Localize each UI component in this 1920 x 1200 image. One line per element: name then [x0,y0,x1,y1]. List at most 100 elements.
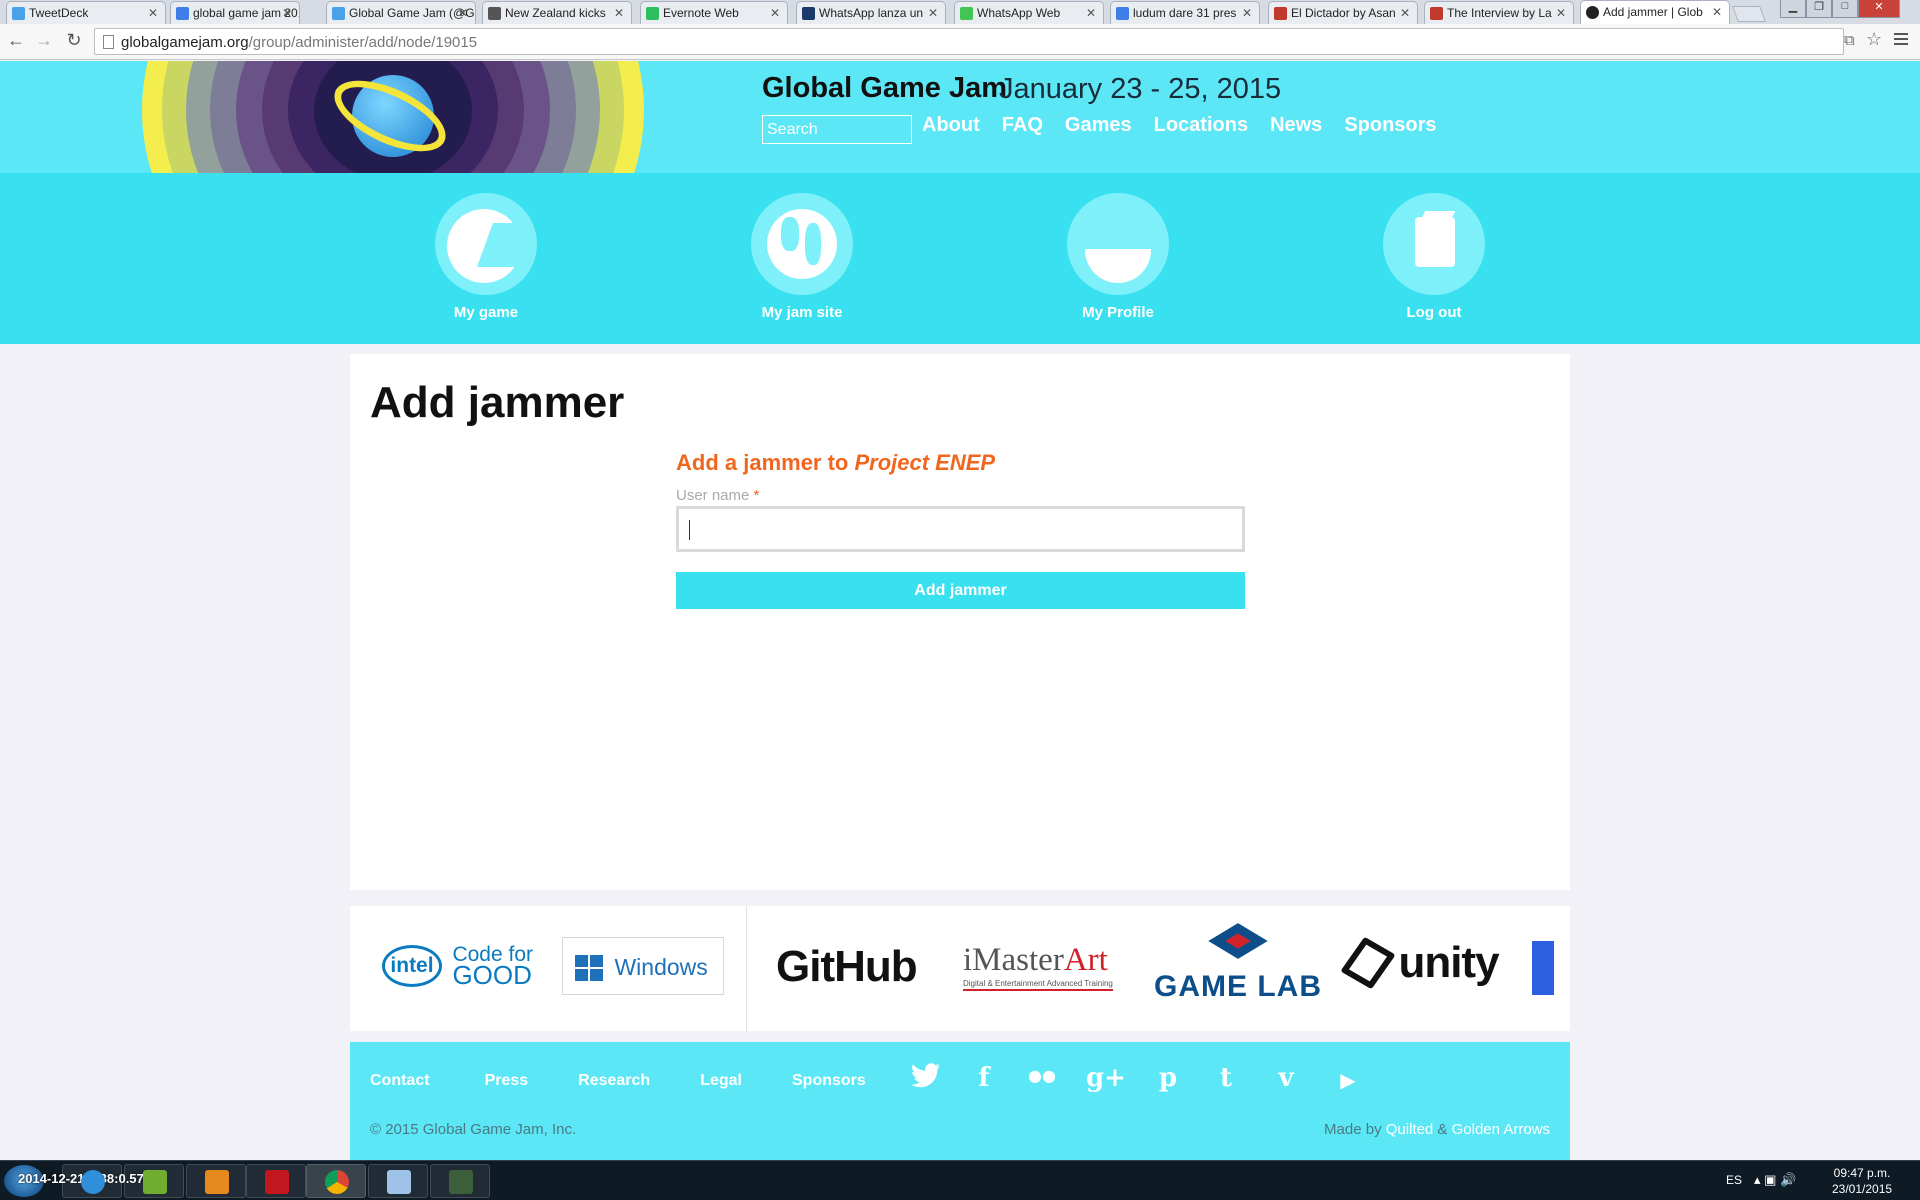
made-by-amp: & [1433,1121,1452,1138]
twitter-icon[interactable] [908,1063,944,1095]
vimeo-icon[interactable]: v [1268,1063,1304,1095]
project-name[interactable]: Project ENEP [854,450,995,475]
footer-link-legal[interactable]: Legal [700,1072,742,1090]
bookmark-star-icon[interactable]: ☆ [1866,29,1882,50]
browser-tab[interactable]: ludum dare 31 pres ✕ [1110,1,1260,24]
facebook-icon[interactable]: f [966,1063,1002,1095]
quick-link-log-out[interactable]: Log out [1354,193,1514,321]
clock-time: 09:47 p.m. [1833,1166,1891,1180]
url-path: /group/administer/add/node/19015 [248,34,478,51]
close-tab-icon[interactable]: ✕ [458,6,468,20]
browser-tab[interactable]: Global Game Jam (@GlobalGameJam) ✕ [326,1,476,24]
facebook-sponsor-logo[interactable] [1532,941,1554,995]
browser-tab[interactable]: TweetDeck ✕ [6,1,166,24]
language-indicator[interactable]: ES [1726,1173,1742,1187]
close-tab-icon[interactable]: ✕ [1712,5,1722,19]
close-window-button[interactable]: ✕ [1858,0,1900,18]
taskbar-monitor[interactable] [430,1164,490,1198]
tab-title: ludum dare 31 pres [1133,6,1237,20]
address-bar[interactable]: globalgamejam.org/group/administer/add/n… [94,28,1844,55]
close-tab-icon[interactable]: ✕ [928,6,938,20]
browser-tab-bar: TweetDeck ✕ global game jam 2015 ✕ Globa… [0,0,1920,24]
imasterart-logo[interactable]: iMasterArt Digital & Entertainment Advan… [963,942,1113,991]
browser-tab[interactable]: The Interview by La ✕ [1424,1,1574,24]
browser-tab[interactable]: WhatsApp Web ✕ [954,1,1104,24]
new-tab-button[interactable] [1732,6,1766,22]
forward-arrow-icon[interactable]: → [32,30,56,51]
reload-icon[interactable]: ↻ [62,30,86,51]
taskbar-ie[interactable] [62,1164,122,1198]
googleplus-icon[interactable]: g+ [1086,1063,1126,1095]
taskbar-flash[interactable] [246,1164,306,1198]
ggj-logo[interactable] [142,61,644,173]
taskbar-clock[interactable]: 09:47 p.m. 23/01/2015 [1832,1165,1892,1197]
close-tab-icon[interactable]: ✕ [148,6,158,20]
flash-icon [265,1170,289,1194]
quick-link-my-profile[interactable]: My Profile [1038,193,1198,321]
unity-logo[interactable]: unity [1340,936,1500,990]
quick-link-my-jam-site[interactable]: My jam site [722,193,882,321]
quilted-link[interactable]: Quilted [1386,1121,1434,1138]
chrome-menu-icon[interactable] [1894,33,1908,45]
google-favicon-icon [176,7,189,20]
flickr-icon[interactable]: ●● [1024,1066,1060,1098]
close-tab-icon[interactable]: ✕ [614,6,624,20]
nav-faq[interactable]: FAQ [1002,114,1043,137]
close-tab-icon[interactable]: ✕ [1242,6,1252,20]
close-tab-icon[interactable]: ✕ [1400,6,1410,20]
intel-code-for-good-logo[interactable]: intel Code for GOOD [382,944,533,988]
tumblr-icon[interactable]: t [1208,1063,1244,1095]
close-tab-icon[interactable]: ✕ [282,6,292,20]
system-tray-icons[interactable]: ▴ ▣ 🔊 [1754,1172,1796,1188]
add-jammer-button[interactable]: Add jammer [676,572,1245,609]
youtube-icon[interactable]: ▶ [1330,1068,1366,1100]
windows-logo[interactable]: Windows [562,937,724,995]
nav-locations[interactable]: Locations [1154,114,1248,137]
taskbar-game[interactable] [124,1164,184,1198]
tab-title: Add jammer | Glob [1603,5,1703,19]
close-tab-icon[interactable]: ✕ [1556,6,1566,20]
footer-link-contact[interactable]: Contact [370,1072,430,1090]
imasterart-tagline: Digital & Entertainment Advanced Trainin… [963,979,1113,991]
site-name[interactable]: Global Game Jam [762,72,1007,105]
taskbar-media[interactable] [186,1164,246,1198]
close-tab-icon[interactable]: ✕ [770,6,780,20]
game-lab-text: GAME LAB [1154,970,1322,1003]
username-input[interactable] [676,506,1245,552]
browser-tab[interactable]: El Dictador by Asan ✕ [1268,1,1418,24]
imasterart-name-a: iMaster [963,942,1064,978]
main-nav: About FAQ Games Locations News Sponsors [922,114,1459,137]
maximize-window-button[interactable]: □ [1832,0,1858,18]
translate-icon[interactable]: ⧉ [1844,32,1855,49]
event-date: January 23 - 25, 2015 [999,73,1282,105]
globe-icon [751,193,853,295]
tab-title: The Interview by La [1447,6,1552,20]
form-heading-prefix: Add a jammer to [676,450,855,475]
quick-link-my-game[interactable]: My game [406,193,566,321]
taskbar-chrome[interactable] [306,1164,366,1198]
pinterest-icon[interactable]: p [1150,1063,1186,1095]
browser-tab[interactable]: global game jam 2015 ✕ [170,1,300,24]
taskbar-notes[interactable] [368,1164,428,1198]
ggj-favicon-icon [1586,6,1599,19]
search-input[interactable] [762,115,912,144]
restore-window-button[interactable]: ❐ [1806,0,1832,18]
nav-sponsors[interactable]: Sponsors [1344,114,1436,137]
sponsors-strip: intel Code for GOOD Windows GitHub iMast… [350,906,1570,1031]
footer-link-press[interactable]: Press [485,1072,529,1090]
golden-arrows-link[interactable]: Golden Arrows [1452,1121,1550,1138]
browser-tab[interactable]: New Zealand kicks ✕ [482,1,632,24]
game-lab-logo[interactable]: GAME LAB [1154,923,1322,1004]
footer-link-sponsors[interactable]: Sponsors [792,1072,866,1090]
nav-games[interactable]: Games [1065,114,1132,137]
minimize-window-button[interactable]: ▁ [1780,0,1806,18]
close-tab-icon[interactable]: ✕ [1086,6,1096,20]
github-logo[interactable]: GitHub [776,942,918,992]
browser-tab-active[interactable]: Add jammer | Glob ✕ [1580,0,1730,24]
nav-news[interactable]: News [1270,114,1322,137]
browser-tab[interactable]: Evernote Web ✕ [640,1,788,24]
browser-tab[interactable]: WhatsApp lanza un ✕ [796,1,946,24]
footer-link-research[interactable]: Research [578,1072,650,1090]
back-arrow-icon[interactable]: ← [4,30,28,51]
nav-about[interactable]: About [922,114,980,137]
